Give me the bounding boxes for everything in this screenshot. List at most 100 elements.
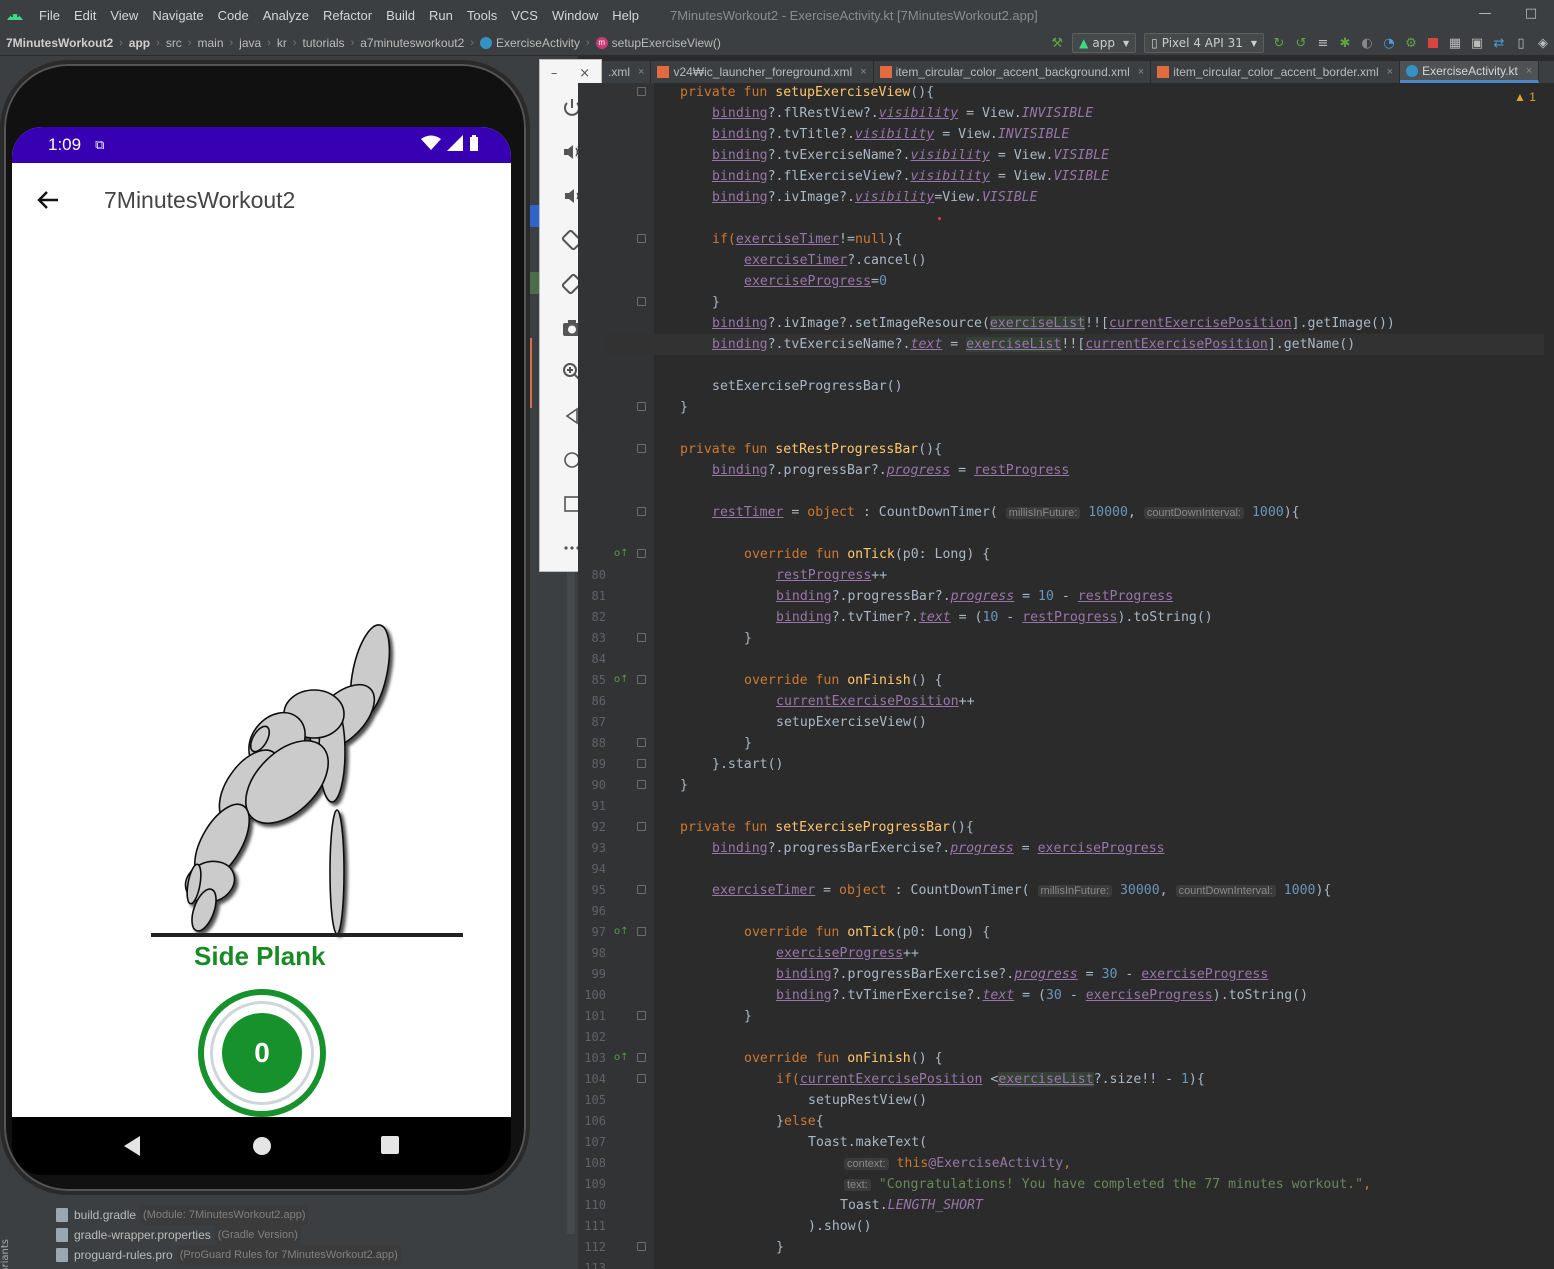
fold-marker-icon[interactable] [637, 1074, 646, 1083]
fold-marker-icon[interactable] [637, 402, 646, 411]
tab-ic-launcher-foreground[interactable]: v24₩ic_launcher_foreground.xml × [651, 61, 874, 83]
profiler-icon[interactable]: ◔ [1378, 30, 1400, 56]
build-variants-tool-tab[interactable]: Build Variants [0, 1238, 12, 1269]
hammer-icon[interactable]: ⚒ [1046, 30, 1068, 56]
fold-marker-icon[interactable] [637, 1242, 646, 1251]
fold-marker-icon[interactable] [637, 87, 646, 96]
breadcrumb-main[interactable]: main [191, 36, 229, 50]
line-number: 93 [591, 841, 606, 855]
override-marker-icon[interactable]: o↑ [614, 926, 629, 937]
menu-analyze[interactable]: Analyze [256, 8, 316, 23]
sdk-manager-icon[interactable]: ▦ [1444, 30, 1466, 56]
constant: VISIBLE [981, 190, 1038, 205]
property: binding [712, 190, 768, 205]
override-marker-icon[interactable]: o↑ [614, 548, 629, 559]
maximize-icon[interactable]: □ [1508, 0, 1554, 30]
fold-marker-icon[interactable] [637, 297, 646, 306]
override-marker-icon[interactable]: o↑ [614, 674, 629, 685]
menu-navigate[interactable]: Navigate [145, 8, 210, 23]
close-icon[interactable]: × [860, 66, 866, 78]
fold-marker-icon[interactable] [637, 759, 646, 768]
fold-marker-icon[interactable] [637, 549, 646, 558]
file-hint: (Gradle Version) [214, 1225, 301, 1245]
menu-run[interactable]: Run [422, 8, 460, 23]
nav-home-icon[interactable] [251, 1135, 273, 1157]
close-icon[interactable]: × [1138, 66, 1144, 78]
fold-marker-icon[interactable] [637, 927, 646, 936]
device-mirror-icon[interactable]: ▯ [1510, 30, 1532, 56]
breadcrumb-method[interactable]: m setupExerciseView() [590, 36, 727, 50]
menu-window[interactable]: Window [545, 8, 605, 23]
fold-marker-icon[interactable] [637, 507, 646, 516]
list-item[interactable]: build.gradle (Module: 7MinutesWorkout2.ap… [56, 1205, 401, 1225]
breadcrumb-project[interactable]: 7MinutesWorkout2 [0, 36, 119, 50]
menu-help[interactable]: Help [605, 8, 646, 23]
nav-overview-icon[interactable] [380, 1135, 400, 1155]
list-item[interactable]: proguard-rules.pro (ProGuard Rules for 7M… [56, 1245, 401, 1265]
device-manager-icon[interactable]: ▣ [1466, 30, 1488, 56]
sync-icon[interactable]: ⇄ [1488, 30, 1510, 56]
breadcrumb-module[interactable]: app [123, 36, 156, 50]
assistant-icon[interactable]: ◈ [1532, 30, 1554, 56]
menu-file[interactable]: File [32, 8, 67, 23]
menu-build[interactable]: Build [379, 8, 422, 23]
fold-marker-icon[interactable] [637, 885, 646, 894]
attach-debugger-icon[interactable]: ⚙ [1400, 30, 1422, 56]
logcat-icon[interactable]: ≡ [1312, 30, 1334, 56]
close-icon[interactable]: × [1526, 65, 1532, 77]
fold-marker-icon[interactable] [637, 234, 646, 243]
editor-scrollbar[interactable] [1544, 83, 1554, 1269]
menu-tools[interactable]: Tools [460, 8, 504, 23]
fold-marker-icon[interactable] [637, 675, 646, 684]
fold-marker-icon[interactable] [637, 738, 646, 747]
fold-marker-icon[interactable] [637, 444, 646, 453]
menu-vcs[interactable]: VCS [504, 8, 545, 23]
arrow-back-icon[interactable] [34, 186, 62, 214]
tab-item-circular-border[interactable]: item_circular_color_accent_border.xml × [1151, 61, 1401, 83]
menu-view[interactable]: View [103, 8, 145, 23]
close-icon[interactable]: × [1387, 66, 1393, 78]
breadcrumb-src[interactable]: src [160, 36, 188, 50]
list-item[interactable]: gradle-wrapper.properties (Gradle Version… [56, 1225, 401, 1245]
override-marker-icon[interactable]: o↑ [614, 1052, 629, 1063]
nav-back-icon[interactable] [122, 1135, 142, 1157]
stop-icon[interactable] [1422, 30, 1444, 56]
exercise-timer-value: 0 [222, 1013, 302, 1093]
tab-xml[interactable]: .xml × [602, 61, 652, 83]
menu-refactor[interactable]: Refactor [316, 8, 379, 23]
breadcrumb-class[interactable]: ExerciseActivity [474, 36, 586, 50]
menu-code[interactable]: Code [211, 8, 256, 23]
code-line: ).show() [808, 1216, 872, 1237]
warning-indicator[interactable]: ▲ 1 [1514, 90, 1536, 104]
fold-marker-icon[interactable] [637, 633, 646, 642]
breadcrumb-package[interactable]: a7minutesworkout2 [354, 36, 470, 50]
property: currentExercisePosition [776, 694, 959, 709]
fold-marker-icon[interactable] [637, 1053, 646, 1062]
fold-marker-icon[interactable] [637, 1011, 646, 1020]
fold-marker-icon[interactable] [637, 822, 646, 831]
breadcrumb-java[interactable]: java [233, 36, 267, 50]
breadcrumb-kr[interactable]: kr [271, 36, 293, 50]
breadcrumb-tutorials[interactable]: tutorials [297, 36, 351, 50]
minimize-icon[interactable]: — [1462, 0, 1508, 30]
minimize-icon[interactable]: – [551, 66, 558, 81]
fold-marker-icon[interactable] [637, 780, 646, 789]
sim-icon: ⧉ [95, 137, 105, 153]
code-token: (p0: Long) { [894, 925, 991, 940]
code-line: } [744, 733, 752, 754]
apply-changes-icon[interactable]: ↺ [1290, 30, 1312, 56]
code-line: exerciseProgress++ [776, 943, 919, 964]
tab-item-circular-background[interactable]: item_circular_color_accent_background.xm… [874, 61, 1152, 83]
menu-edit[interactable]: Edit [67, 8, 103, 23]
close-icon[interactable]: × [579, 66, 590, 81]
debug-icon[interactable]: ✱ [1334, 30, 1356, 56]
emulator-screen[interactable]: 1:09 ⧉ 7MinutesWorkout2 Side Plank 0 [12, 127, 511, 1117]
parameter-hint: millisInFuture: [1005, 507, 1081, 519]
device-select[interactable]: ▯ Pixel 4 API 31 ▼ [1144, 33, 1264, 53]
rerun-icon[interactable]: ↻ [1268, 30, 1290, 56]
run-config-select[interactable]: ▲ app ▼ [1072, 33, 1137, 53]
coverage-icon[interactable]: ◐ [1356, 30, 1378, 56]
close-icon[interactable]: × [638, 66, 644, 78]
function-name: setRestProgressBar [775, 442, 919, 457]
tab-exercise-activity[interactable]: ExerciseActivity.kt × [1400, 61, 1540, 83]
